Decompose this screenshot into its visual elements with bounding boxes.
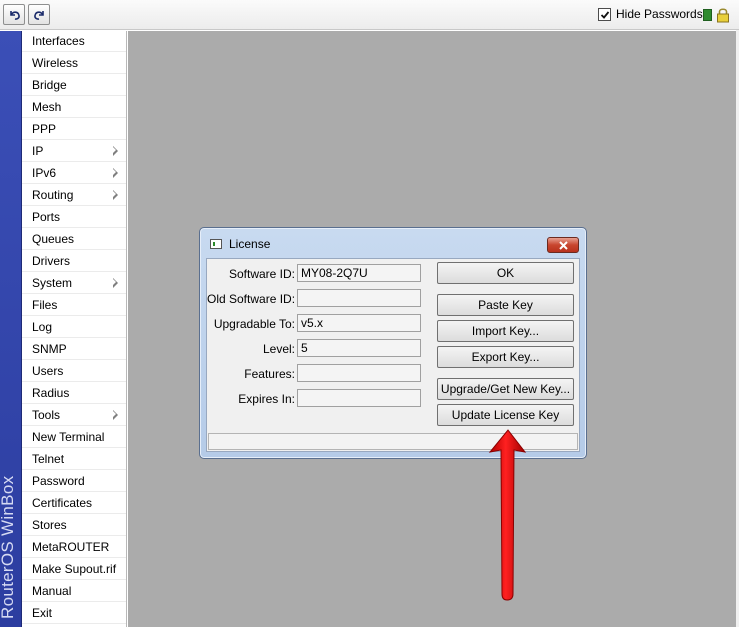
sidebar-item-label: IPv6 [32, 166, 57, 180]
sidebar-item-ports[interactable]: Ports [22, 207, 126, 228]
sidebar-item-log[interactable]: Log [22, 317, 126, 338]
sidebar-item-label: Password [32, 474, 85, 488]
submenu-arrow-icon [113, 278, 118, 288]
sidebar-item-label: Log [32, 320, 53, 334]
lock-icon [717, 8, 729, 23]
sidebar-item-label: SNMP [32, 342, 67, 356]
expires-in-field[interactable] [297, 389, 421, 407]
submenu-arrow-icon [113, 146, 118, 156]
redo-button[interactable] [28, 4, 50, 25]
close-icon [559, 241, 568, 250]
level-field[interactable]: 5 [297, 339, 421, 357]
sidebar-item-routing[interactable]: Routing [22, 185, 126, 206]
sidebar-item-label: Users [32, 364, 64, 378]
upgradable-to-label: Upgradable To: [213, 317, 295, 331]
sidebar-item-label: Ports [32, 210, 61, 224]
export-key-button[interactable]: Export Key... [437, 346, 574, 368]
sidebar-item-label: New Terminal [32, 430, 105, 444]
sidebar-item-telnet[interactable]: Telnet [22, 449, 126, 470]
sidebar-item-users[interactable]: Users [22, 361, 126, 382]
software-id-label: Software ID: [228, 267, 295, 281]
redo-icon [34, 11, 44, 20]
sidebar-item-mesh[interactable]: Mesh [22, 97, 126, 118]
sidebar-item-tools[interactable]: Tools [22, 405, 126, 426]
update-license-key-button[interactable]: Update License Key [437, 404, 574, 426]
sidebar-item-label: Bridge [32, 78, 67, 92]
undo-button[interactable] [3, 4, 25, 25]
sidebar-item-label: Tools [32, 408, 61, 422]
license-dialog: License Software ID: MY08-2Q7U Old Softw… [199, 227, 587, 459]
connection-status-indicator [703, 9, 712, 21]
sidebar-item-stores[interactable]: Stores [22, 515, 126, 536]
expires-in-label: Expires In: [238, 392, 295, 406]
sidebar-item-ppp[interactable]: PPP [22, 119, 126, 140]
sidebar-item-label: Interfaces [32, 34, 85, 48]
sidebar-item-ipv6[interactable]: IPv6 [22, 163, 126, 184]
software-id-field[interactable]: MY08-2Q7U [297, 264, 421, 282]
sidebar-item-files[interactable]: Files [22, 295, 126, 316]
ok-button[interactable]: OK [437, 262, 574, 284]
sidebar-item-interfaces[interactable]: Interfaces [22, 31, 126, 52]
old-software-id-field[interactable] [297, 289, 421, 307]
sidebar-item-drivers[interactable]: Drivers [22, 251, 126, 272]
sidebar-item-label: Drivers [32, 254, 70, 268]
sidebar-item-label: Telnet [32, 452, 65, 466]
red-arrow-annotation [488, 429, 527, 601]
sidebar-item-label: Files [32, 298, 58, 312]
dialog-title: License [229, 237, 271, 251]
sidebar-item-snmp[interactable]: SNMP [22, 339, 126, 360]
sidebar-item-exit[interactable]: Exit [22, 603, 126, 624]
hide-passwords-label: Hide Passwords [616, 7, 703, 21]
sidebar-item-label: Certificates [32, 496, 93, 510]
sidebar-item-label: Radius [32, 386, 70, 400]
sidebar-item-radius[interactable]: Radius [22, 383, 126, 404]
sidebar-item-ip[interactable]: IP [22, 141, 126, 162]
close-button[interactable] [547, 237, 579, 253]
upgradable-to-field[interactable]: v5.x [297, 314, 421, 332]
checkmark-icon [600, 11, 610, 19]
upgrade-get-new-key-button[interactable]: Upgrade/Get New Key... [437, 378, 574, 400]
level-label: Level: [262, 342, 295, 356]
sidebar-item-metarouter[interactable]: MetaROUTER [22, 537, 126, 558]
sidebar-menu: Interfaces Wireless Bridge Mesh PPP IP IPv6 Rou… [22, 31, 127, 627]
sidebar-item-label: Mesh [32, 100, 62, 114]
sidebar-item-label: Wireless [32, 56, 79, 70]
undo-icon [10, 11, 20, 20]
paste-key-button[interactable]: Paste Key [437, 294, 574, 316]
sidebar-item-system[interactable]: System [22, 273, 126, 294]
features-label: Features: [244, 367, 295, 381]
sidebar-item-manual[interactable]: Manual [22, 581, 126, 602]
sidebar-item-queues[interactable]: Queues [22, 229, 126, 250]
sidebar-item-password[interactable]: Password [22, 471, 126, 492]
sidebar-item-label: Manual [32, 584, 72, 598]
sidebar-item-bridge[interactable]: Bridge [22, 75, 126, 96]
sidebar-item-label: Routing [32, 188, 74, 202]
sidebar-brand-strip: RouterOS WinBox [0, 31, 22, 627]
sidebar-item-label: Stores [32, 518, 67, 532]
hide-passwords-checkbox[interactable] [598, 8, 611, 21]
dialog-body: Software ID: MY08-2Q7U Old Software ID: … [206, 258, 580, 452]
sidebar-item-label: Exit [32, 606, 53, 620]
sidebar-item-label: PPP [32, 122, 57, 136]
toolbar: Hide Passwords [0, 0, 739, 30]
sidebar-item-label: MetaROUTER [32, 540, 110, 554]
sidebar-item-label: Queues [32, 232, 75, 246]
sidebar-item-label: Make Supout.rif [32, 562, 117, 576]
sidebar-item-certificates[interactable]: Certificates [22, 493, 126, 514]
import-key-button[interactable]: Import Key... [437, 320, 574, 342]
sidebar-item-make-supout-rif[interactable]: Make Supout.rif [22, 559, 126, 580]
old-software-id-label: Old Software ID: [207, 292, 296, 306]
sidebar-item-label: IP [32, 144, 44, 158]
brand-label: RouterOS WinBox [0, 475, 17, 619]
submenu-arrow-icon [113, 410, 118, 420]
submenu-arrow-icon [113, 168, 118, 178]
features-field[interactable] [297, 364, 421, 382]
window-icon [210, 239, 222, 249]
sidebar-item-label: System [32, 276, 73, 290]
submenu-arrow-icon [113, 190, 118, 200]
sidebar-item-new-terminal[interactable]: New Terminal [22, 427, 126, 448]
sidebar-item-wireless[interactable]: Wireless [22, 53, 126, 74]
